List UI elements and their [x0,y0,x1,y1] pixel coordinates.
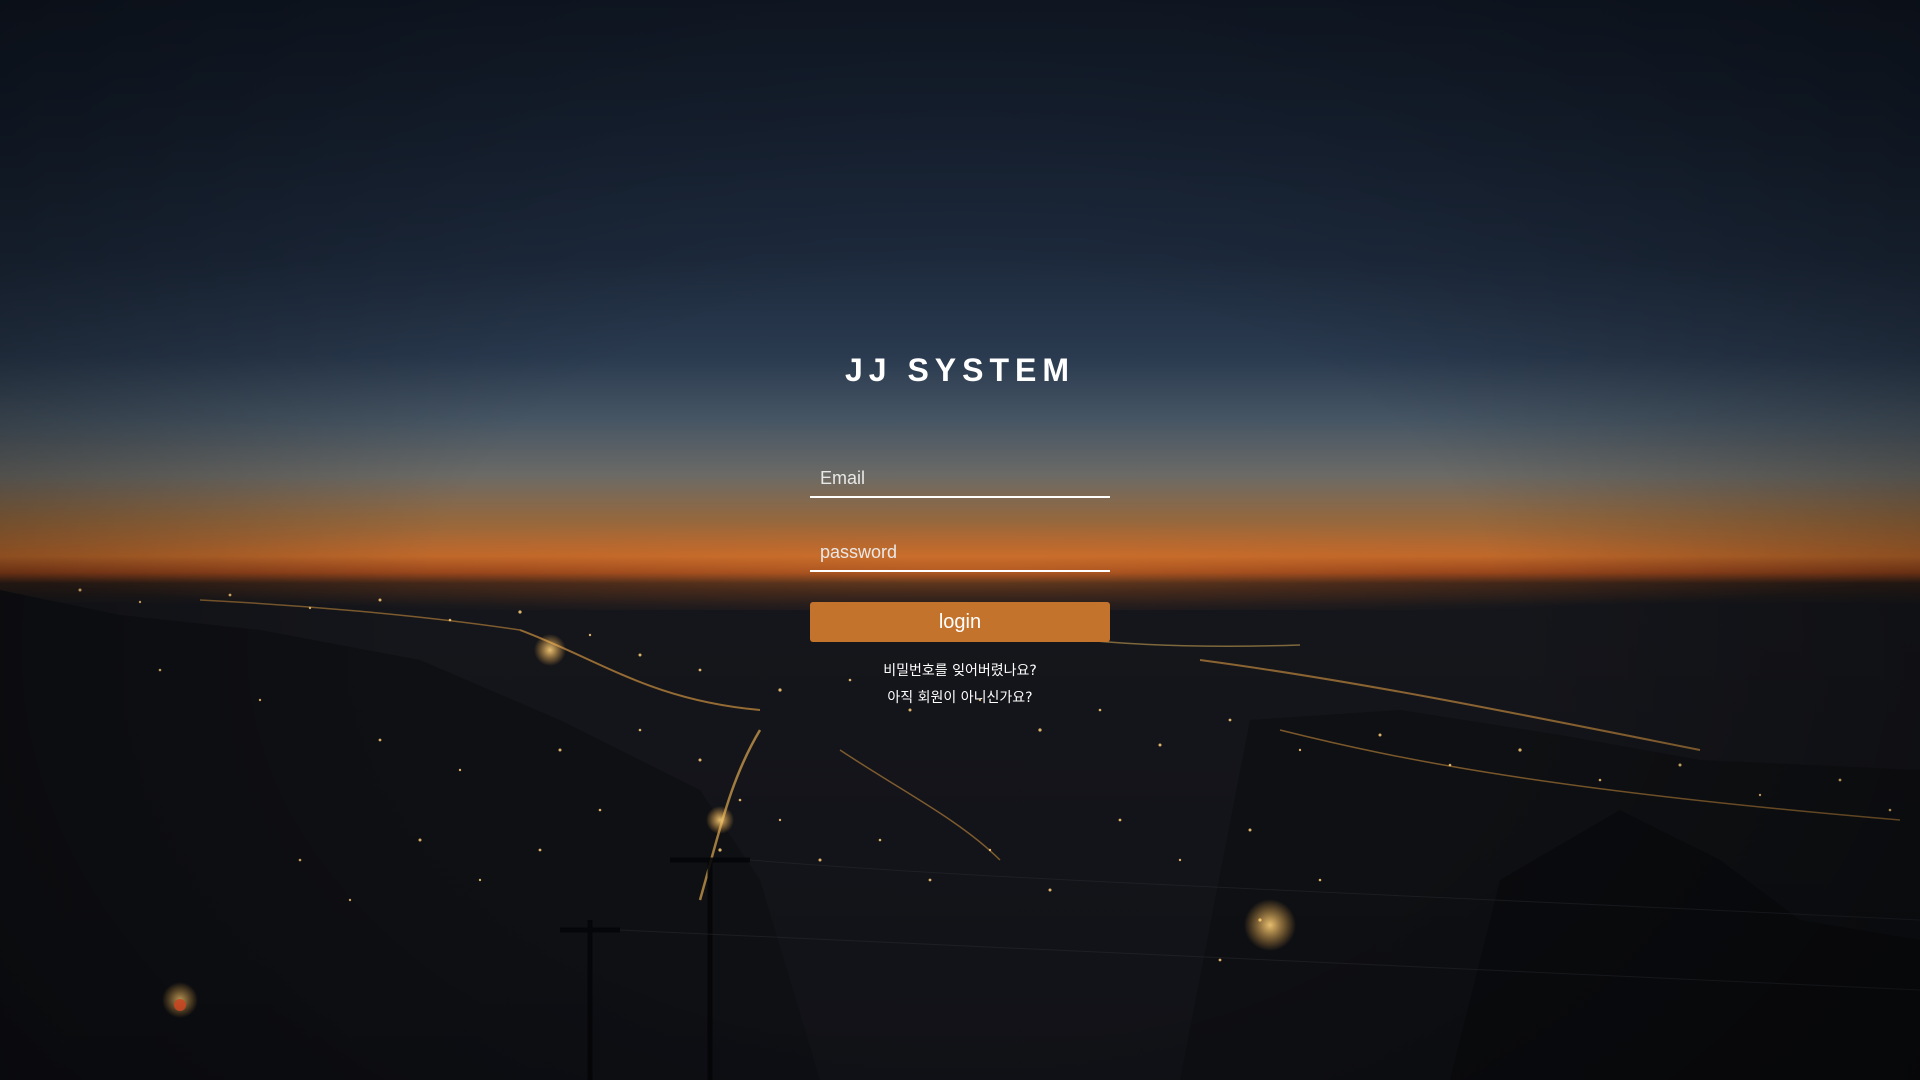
auth-links: 비밀번호를 잊어버렸나요? 아직 회원이 아니신가요? [810,658,1110,712]
app-title: JJ SYSTEM [844,352,1076,388]
signup-link[interactable]: 아직 회원이 아니신가요? [810,685,1110,712]
email-input[interactable] [810,462,1110,494]
login-button[interactable]: login [810,602,1110,642]
password-field-wrapper [810,536,1110,572]
login-screen: JJ SYSTEM login 비밀번호를 잊어버렸나요? 아직 회원이 아니신… [0,0,1920,1080]
forgot-password-link[interactable]: 비밀번호를 잊어버렸나요? [810,658,1110,685]
email-field-wrapper [810,462,1110,498]
login-panel: JJ SYSTEM login 비밀번호를 잊어버렸나요? 아직 회원이 아니신… [810,350,1110,712]
password-input[interactable] [810,536,1110,568]
